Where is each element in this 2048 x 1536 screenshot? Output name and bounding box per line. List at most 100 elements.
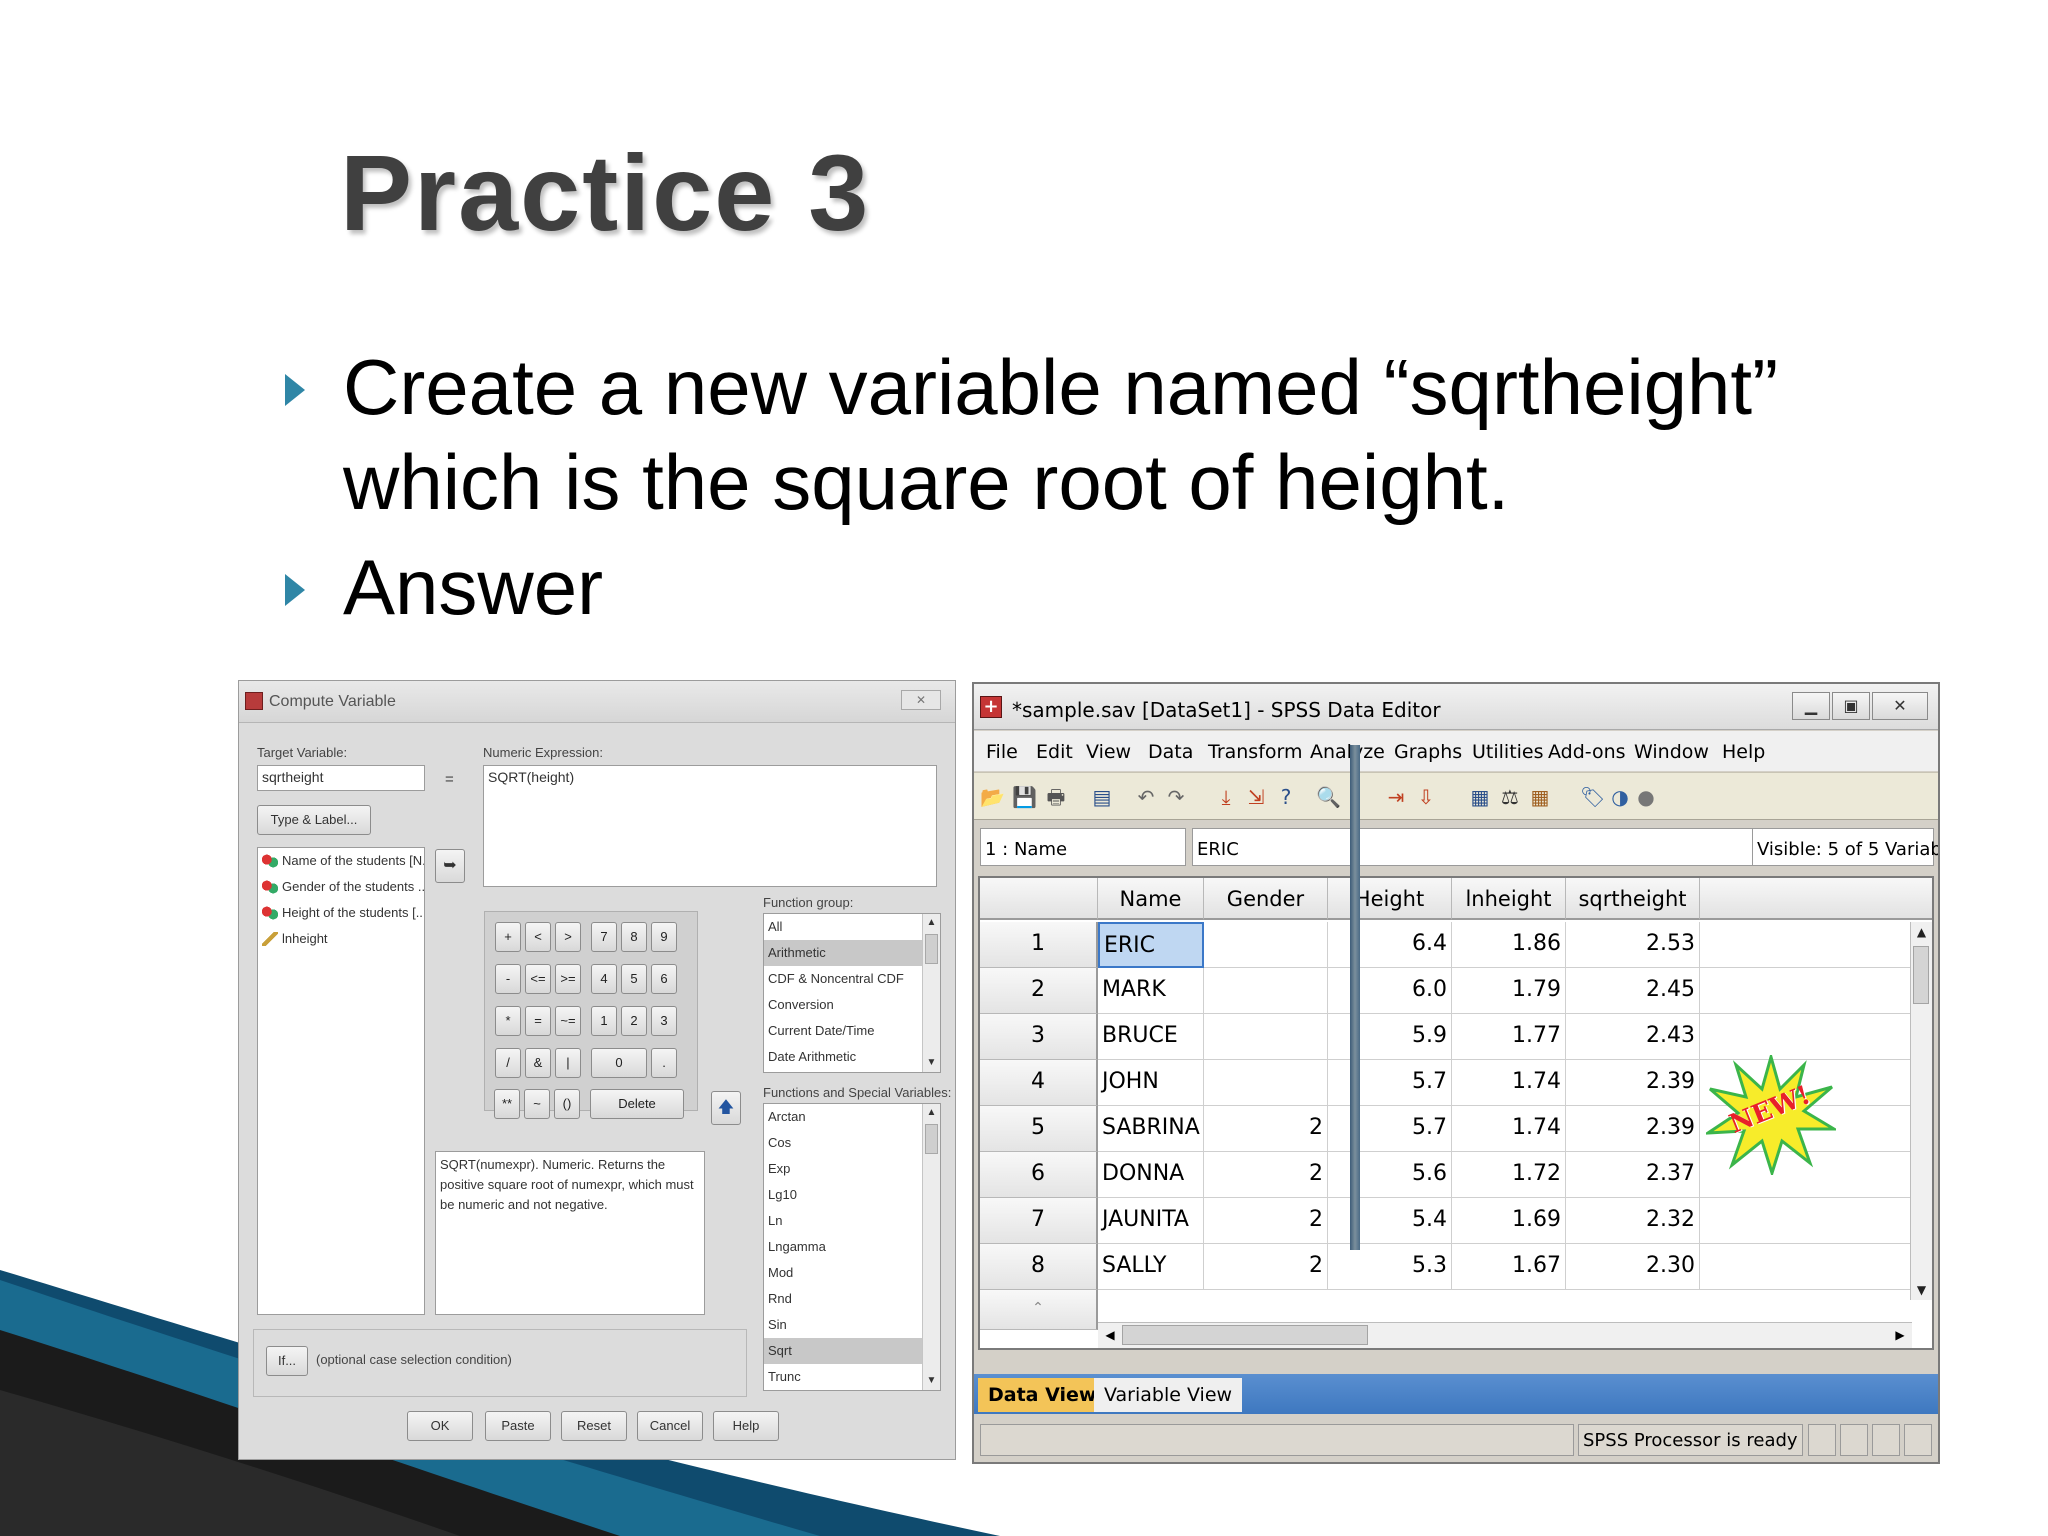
undo-icon[interactable]: ↶ [1134,785,1158,809]
cell-height[interactable]: 6.0 [1328,968,1452,1014]
cell-empty[interactable] [1700,1014,1914,1060]
key-1[interactable]: 1 [591,1006,617,1036]
find-icon[interactable]: 🔍 [1316,785,1341,809]
cell-sqrtheight[interactable]: 2.39 [1566,1106,1700,1152]
cell-name[interactable]: DONNA [1098,1152,1204,1198]
cell-name[interactable]: ERIC [1098,922,1204,968]
cell-sqrtheight[interactable]: 2.53 [1566,922,1700,968]
row-header[interactable]: 2 [980,968,1098,1014]
cell-height[interactable]: 5.7 [1328,1060,1452,1106]
minimize-button[interactable]: ▁ [1792,692,1830,720]
scroll-down-icon[interactable]: ▼ [923,1372,940,1390]
cell-gender[interactable] [1204,1014,1328,1060]
key-power[interactable]: ** [494,1089,520,1119]
help-button[interactable]: Help [713,1411,779,1441]
function-item[interactable]: Rnd [764,1286,940,1312]
dialog-recall-icon[interactable]: ▤ [1090,785,1114,809]
split-file-icon[interactable]: ▦ [1468,785,1492,809]
function-item[interactable]: Sin [764,1312,940,1338]
key-4[interactable]: 4 [591,964,617,994]
key-multiply[interactable]: * [495,1006,521,1036]
row-header[interactable]: 5 [980,1106,1098,1152]
key-not-equal[interactable]: ~= [555,1006,581,1036]
delete-button[interactable]: Delete [590,1089,684,1119]
cancel-button[interactable]: Cancel [637,1411,703,1441]
column-header-height[interactable]: Height [1328,878,1452,920]
show-all-variables-icon[interactable]: ● [1634,785,1658,809]
insert-function-button[interactable]: 🡅 [711,1091,741,1125]
functions-list[interactable]: Arctan Cos Exp Lg10 Ln Lngamma Mod Rnd S… [763,1103,941,1391]
function-item[interactable]: Mod [764,1260,940,1286]
cell-name[interactable]: SABRINA [1098,1106,1204,1152]
reset-button[interactable]: Reset [561,1411,627,1441]
cell-gender[interactable]: 2 [1204,1198,1328,1244]
function-item[interactable]: Lg10 [764,1182,940,1208]
key-8[interactable]: 8 [621,922,647,952]
cell-name[interactable]: MARK [1098,968,1204,1014]
variable-item[interactable]: Height of the students [... [258,900,424,926]
use-sets-icon[interactable]: ◑ [1608,785,1632,809]
cell-name[interactable]: JAUNITA [1098,1198,1204,1244]
function-item[interactable]: Trunc [764,1364,940,1390]
if-button[interactable]: If... [266,1346,308,1376]
maximize-button[interactable]: ▣ [1832,692,1870,720]
cell-height[interactable]: 5.6 [1328,1152,1452,1198]
cell-lnheight[interactable]: 1.67 [1452,1244,1566,1290]
insert-variable-icon[interactable]: ⇩ [1414,785,1438,809]
close-button[interactable]: ✕ [1872,692,1928,720]
function-item[interactable]: Cos [764,1130,940,1156]
cell-gender[interactable] [1204,922,1328,968]
scroll-right-icon[interactable]: ▶ [1890,1325,1910,1345]
variables-icon[interactable]: ? [1274,785,1298,809]
weight-cases-icon[interactable]: ⚖ [1498,785,1522,809]
column-header-sqrtheight[interactable]: sqrtheight [1566,878,1700,920]
insert-cases-icon[interactable]: ⇥ [1384,785,1408,809]
column-header-name[interactable]: Name [1098,878,1204,920]
cell-lnheight[interactable]: 1.77 [1452,1014,1566,1060]
function-group-item[interactable]: Current Date/Time [764,1018,940,1044]
function-item[interactable]: Arctan [764,1104,940,1130]
cell-sqrtheight[interactable]: 2.30 [1566,1244,1700,1290]
scroll-thumb[interactable] [1122,1325,1368,1345]
value-labels-icon[interactable]: 🏷 [1580,785,1605,809]
cell-lnheight[interactable]: 1.74 [1452,1106,1566,1152]
cell-lnheight[interactable]: 1.69 [1452,1198,1566,1244]
menu-data[interactable]: Data [1148,741,1193,763]
menu-file[interactable]: File [986,741,1018,763]
scroll-up-icon[interactable]: ▲ [923,914,940,932]
key-5[interactable]: 5 [621,964,647,994]
scroll-up-icon[interactable]: ▲ [923,1104,940,1122]
target-variable-input[interactable]: sqrtheight [257,765,425,791]
cell-sqrtheight[interactable]: 2.37 [1566,1152,1700,1198]
key-greater-equal[interactable]: >= [555,964,581,994]
key-less-than[interactable]: < [525,922,551,952]
paste-button[interactable]: Paste [485,1411,551,1441]
key-less-equal[interactable]: <= [525,964,551,994]
key-greater-than[interactable]: > [555,922,581,952]
cell-empty[interactable] [1700,922,1914,968]
key-divide[interactable]: / [495,1048,521,1078]
cell-sqrtheight[interactable]: 2.45 [1566,968,1700,1014]
variable-item[interactable]: Gender of the students ... [258,874,424,900]
function-group-item-selected[interactable]: Arithmetic [764,940,940,966]
key-decimal[interactable]: . [651,1048,677,1078]
function-group-item[interactable]: Conversion [764,992,940,1018]
print-icon[interactable]: 🖶 [1044,785,1068,809]
scroll-down-icon[interactable]: ▼ [923,1054,940,1072]
functions-scrollbar[interactable]: ▲ ▼ [922,1104,940,1390]
function-item-selected[interactable]: Sqrt [764,1338,940,1364]
key-not[interactable]: ~ [524,1089,550,1119]
key-0[interactable]: 0 [591,1048,647,1078]
ok-button[interactable]: OK [407,1411,473,1441]
row-header[interactable]: 8 [980,1244,1098,1290]
variable-item[interactable]: lnheight [258,926,424,952]
key-3[interactable]: 3 [651,1006,677,1036]
menu-add-ons[interactable]: Add-ons [1548,741,1626,763]
tab-variable-view[interactable]: Variable View [1094,1378,1243,1412]
redo-icon[interactable]: ↷ [1164,785,1188,809]
menu-view[interactable]: View [1086,741,1131,763]
cell-name[interactable]: SALLY [1098,1244,1204,1290]
row-header[interactable]: 3 [980,1014,1098,1060]
cell-height[interactable]: 5.3 [1328,1244,1452,1290]
row-header[interactable]: 6 [980,1152,1098,1198]
